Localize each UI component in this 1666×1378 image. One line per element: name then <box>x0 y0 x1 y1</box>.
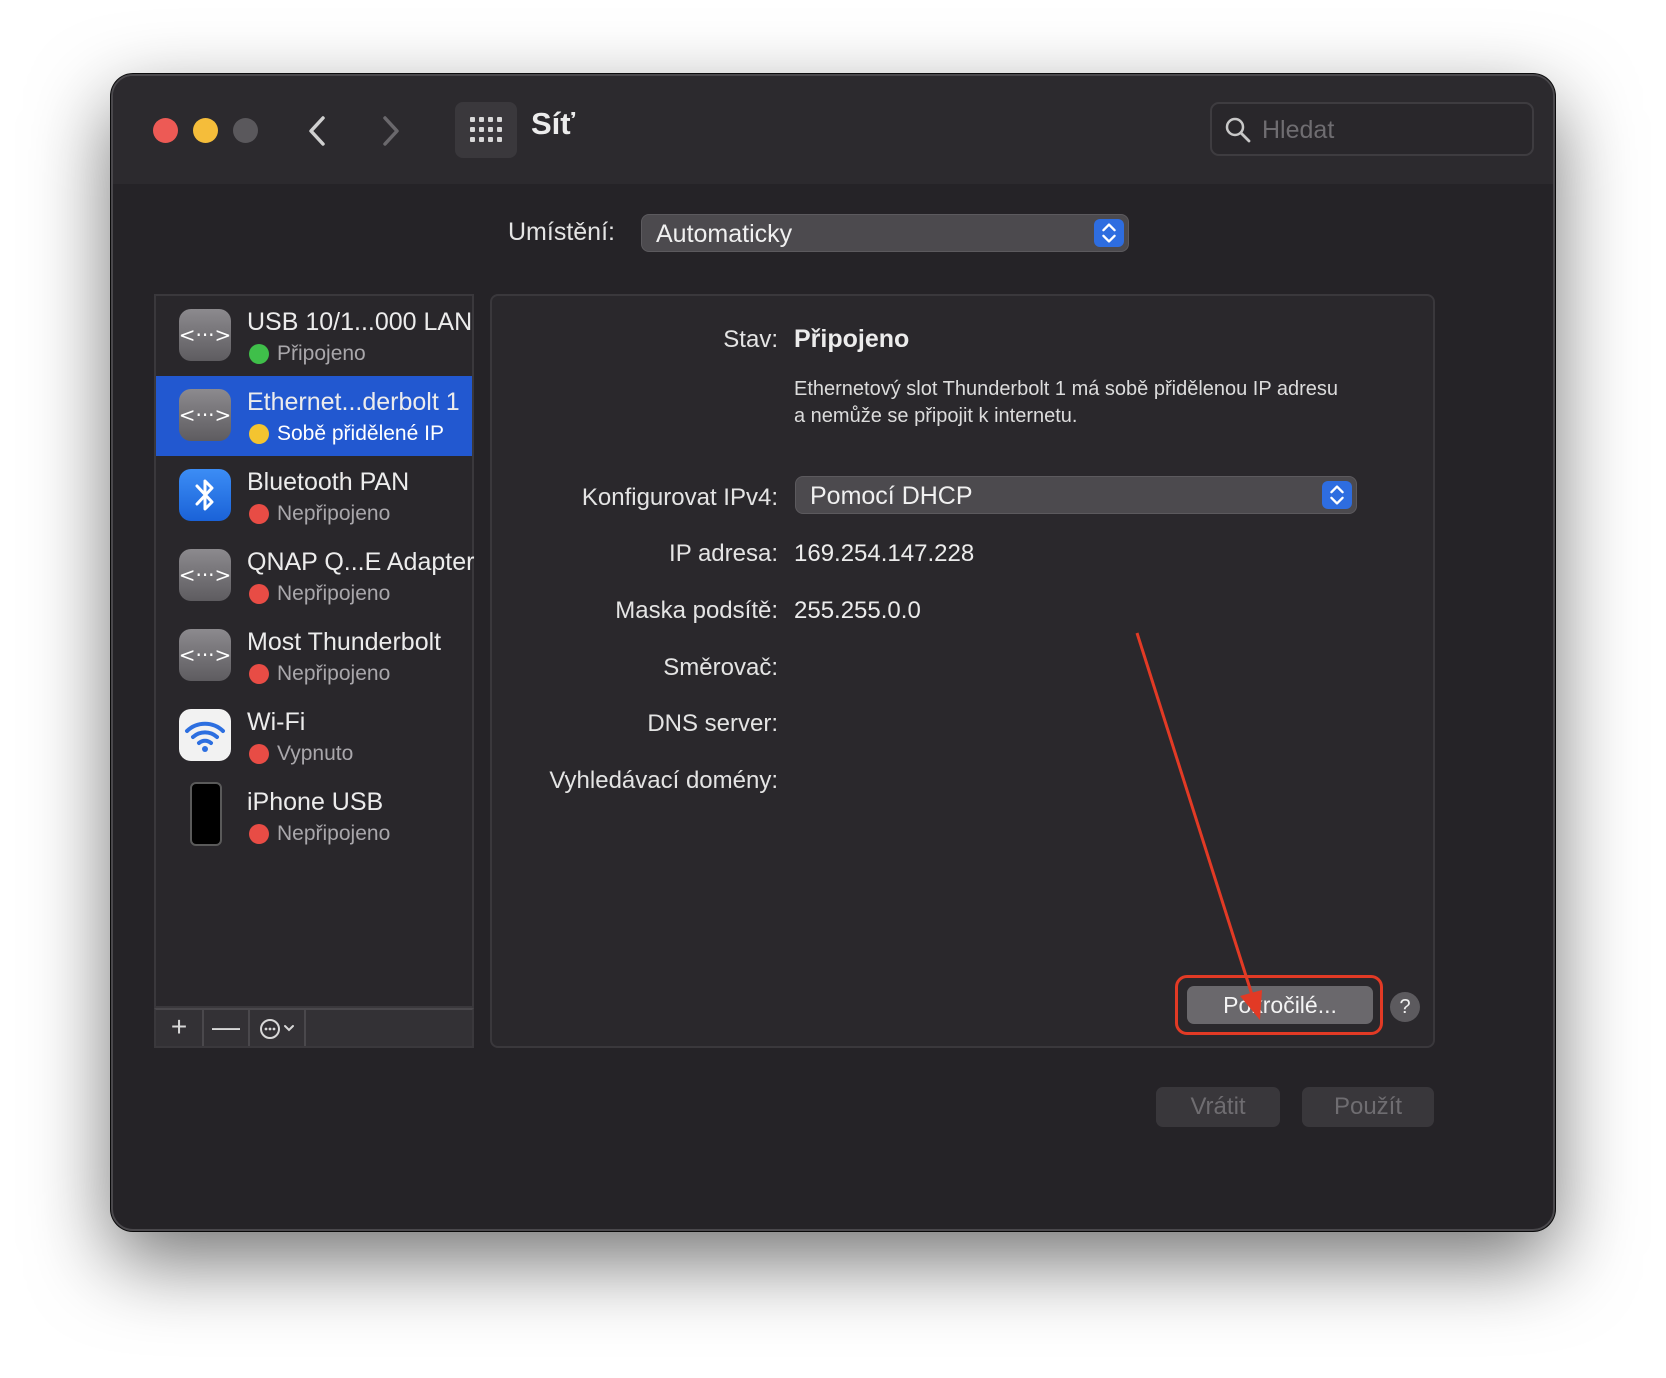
ip-address-value: 169.254.147.228 <box>794 540 975 567</box>
ethernet-icon: <···> <box>179 309 231 361</box>
subnet-mask-label: Maska podsítě: <box>615 597 778 624</box>
zoom-button[interactable] <box>233 118 258 143</box>
service-name: Ethernet...derbolt 1 <box>247 388 460 416</box>
search-domains-label: Vyhledávací domény: <box>549 767 778 794</box>
help-button[interactable]: ? <box>1390 992 1420 1022</box>
ethernet-icon: <···> <box>179 629 231 681</box>
show-all-button[interactable] <box>455 102 517 158</box>
service-item-ethernet-thunderbolt[interactable]: <···> Ethernet...derbolt 1 Sobě přidělen… <box>156 376 472 456</box>
apply-button[interactable]: Použít <box>1302 1087 1434 1127</box>
close-button[interactable] <box>153 118 178 143</box>
bluetooth-icon <box>179 469 231 521</box>
service-item-qnap-adapter[interactable]: <···> QNAP Q...E Adapter Nepřipojeno <box>156 536 475 616</box>
add-service-button[interactable]: + <box>156 1010 204 1046</box>
advanced-button[interactable]: Pokročilé... <box>1187 986 1373 1024</box>
service-status: Nepřipojeno <box>277 502 391 525</box>
search-field[interactable] <box>1210 102 1534 156</box>
service-list: <···> USB 10/1...000 LAN Připojeno <···>… <box>154 294 474 1008</box>
iphone-icon <box>190 782 222 846</box>
configure-ipv4-popup[interactable]: Pomocí DHCP <box>795 476 1357 514</box>
subnet-mask-value: 255.255.0.0 <box>794 597 921 624</box>
ip-address-label: IP adresa: <box>669 540 778 567</box>
remove-service-button[interactable]: — <box>204 1010 250 1046</box>
ethernet-icon: <···> <box>179 389 231 441</box>
status-dot <box>249 744 269 764</box>
status-dot <box>249 504 269 524</box>
ipv4-label: Konfigurovat IPv4: <box>581 484 778 511</box>
service-status: Nepřipojeno <box>277 582 391 605</box>
action-menu-button[interactable] <box>250 1010 306 1046</box>
forward-button[interactable] <box>365 106 415 156</box>
title-bar: Síť <box>113 76 1553 184</box>
popup-stepper-icon <box>1094 219 1124 247</box>
back-button[interactable] <box>293 106 343 156</box>
status-label: Stav: <box>723 326 778 353</box>
service-status: Nepřipojeno <box>277 822 391 845</box>
chevron-right-icon <box>383 116 399 146</box>
status-dot <box>249 824 269 844</box>
status-value: Připojeno <box>794 325 910 353</box>
service-name: USB 10/1...000 LAN <box>247 308 473 336</box>
service-list-toolbar: + — <box>154 1008 474 1048</box>
minimize-button[interactable] <box>193 118 218 143</box>
service-status: Připojeno <box>277 342 366 365</box>
ellipsis-circle-icon <box>260 1019 294 1039</box>
service-item-usb-lan[interactable]: <···> USB 10/1...000 LAN Připojeno <box>156 296 472 376</box>
popup-stepper-icon <box>1322 481 1352 509</box>
chevron-left-icon <box>309 116 325 146</box>
service-detail-panel: Stav: Připojeno Ethernetový slot Thunder… <box>490 294 1435 1048</box>
search-input[interactable] <box>1262 112 1522 148</box>
service-name: iPhone USB <box>247 788 384 816</box>
service-name: Most Thunderbolt <box>247 628 442 656</box>
window-title: Síť <box>531 106 576 141</box>
revert-button[interactable]: Vrátit <box>1156 1087 1280 1127</box>
wifi-icon <box>179 709 231 761</box>
ethernet-icon: <···> <box>179 549 231 601</box>
service-name: QNAP Q...E Adapter <box>247 548 475 576</box>
service-name: Bluetooth PAN <box>247 468 410 496</box>
svg-text:<···>: <···> <box>179 323 231 347</box>
svg-text:<···>: <···> <box>179 563 231 587</box>
grid-icon <box>470 117 502 142</box>
location-label: Umístění: <box>508 218 615 246</box>
service-status: Vypnuto <box>277 742 354 765</box>
status-description: Ethernetový slot Thunderbolt 1 má sobě p… <box>794 378 1339 427</box>
ipv4-value: Pomocí DHCP <box>810 482 973 510</box>
service-name: Wi-Fi <box>247 708 306 736</box>
status-dot <box>249 344 269 364</box>
location-value: Automaticky <box>656 220 793 248</box>
router-label: Směrovač: <box>663 654 778 681</box>
status-dot <box>249 664 269 684</box>
search-icon <box>1225 117 1251 143</box>
service-item-wifi[interactable]: Wi-Fi Vypnuto <box>156 696 472 776</box>
service-item-thunderbolt-bridge[interactable]: <···> Most Thunderbolt Nepřipojeno <box>156 616 472 696</box>
status-dot <box>249 584 269 604</box>
service-status: Nepřipojeno <box>277 662 391 685</box>
status-dot <box>249 424 269 444</box>
dns-server-label: DNS server: <box>647 710 778 737</box>
svg-text:<···>: <···> <box>179 403 231 427</box>
system-preferences-window: Síť Umístění: Automaticky <···> USB 10/1… <box>111 74 1555 1231</box>
svg-text:<···>: <···> <box>179 643 231 667</box>
location-popup[interactable]: Automaticky <box>641 214 1129 252</box>
service-status: Sobě přidělené IP <box>277 422 444 445</box>
service-item-iphone-usb[interactable]: iPhone USB Nepřipojeno <box>156 776 472 856</box>
service-item-bluetooth-pan[interactable]: Bluetooth PAN Nepřipojeno <box>156 456 472 536</box>
